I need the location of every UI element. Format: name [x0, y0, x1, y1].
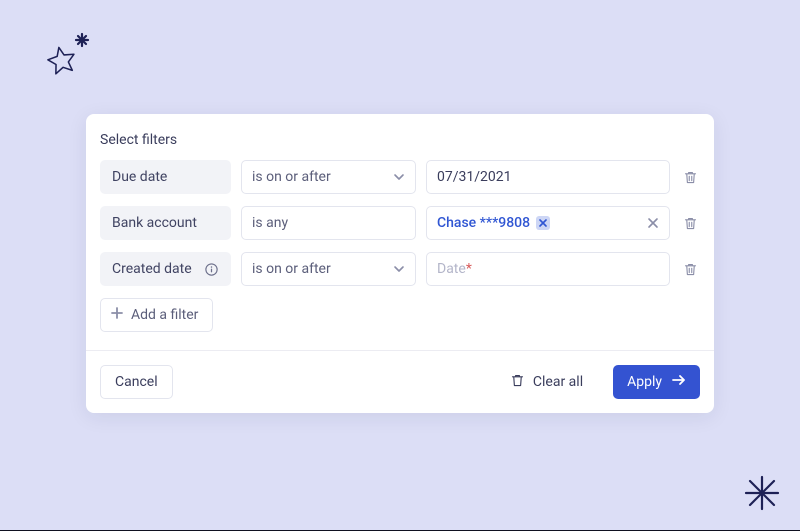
- add-filter-label: Add a filter: [131, 307, 198, 323]
- add-filter-button[interactable]: Add a filter: [100, 298, 213, 332]
- remove-filter-button[interactable]: [680, 213, 700, 233]
- apply-button[interactable]: Apply: [613, 365, 700, 399]
- filter-field-created-date[interactable]: Created date: [100, 252, 231, 286]
- field-label: Created date: [112, 261, 192, 277]
- filter-field-bank-account[interactable]: Bank account: [100, 206, 231, 240]
- operator-label: is any: [252, 215, 288, 231]
- filter-row: Created date is on or after Date*: [100, 252, 700, 286]
- operator-select[interactable]: is on or after: [241, 252, 416, 286]
- required-mark: *: [466, 261, 472, 277]
- date-input[interactable]: [437, 169, 659, 185]
- chevron-down-icon: [393, 263, 405, 275]
- field-label: Due date: [112, 169, 167, 185]
- filter-value-tags[interactable]: Chase ***9808: [426, 206, 670, 240]
- filter-row: Bank account is any Chase ***9808: [100, 206, 700, 240]
- trash-icon: [510, 373, 525, 392]
- remove-filter-button[interactable]: [680, 259, 700, 279]
- cancel-label: Cancel: [115, 374, 158, 390]
- plus-icon: [111, 307, 123, 323]
- filter-value-date[interactable]: Date*: [426, 252, 670, 286]
- trash-icon: [683, 170, 698, 185]
- clear-all-button[interactable]: Clear all: [496, 365, 597, 399]
- field-label: Bank account: [112, 215, 197, 231]
- clear-all-label: Clear all: [533, 374, 583, 390]
- filter-row: Due date is on or after: [100, 160, 700, 194]
- operator-select[interactable]: is any: [241, 206, 416, 240]
- clear-value-button[interactable]: [641, 217, 659, 229]
- dialog-footer: Cancel Clear all Apply: [100, 365, 700, 399]
- operator-label: is on or after: [252, 169, 331, 185]
- apply-label: Apply: [627, 374, 662, 390]
- operator-select[interactable]: is on or after: [241, 160, 416, 194]
- trash-icon: [683, 262, 698, 277]
- filter-value-date[interactable]: [426, 160, 670, 194]
- selected-tag: Chase ***9808: [437, 215, 550, 231]
- arrow-right-icon: [672, 374, 686, 390]
- info-icon[interactable]: [204, 262, 219, 277]
- star-decoration-bottom-right: [742, 473, 782, 513]
- star-decoration-top-left: [36, 28, 96, 88]
- chevron-down-icon: [393, 171, 405, 183]
- filter-field-due-date[interactable]: Due date: [100, 160, 231, 194]
- dialog-title: Select filters: [100, 132, 700, 148]
- placeholder-text: Date: [437, 261, 466, 277]
- cancel-button[interactable]: Cancel: [100, 365, 173, 399]
- divider: [86, 350, 714, 351]
- tag-remove-button[interactable]: [536, 216, 550, 230]
- filter-dialog: Select filters Due date is on or after B…: [86, 114, 714, 413]
- close-icon: [539, 219, 547, 227]
- trash-icon: [683, 216, 698, 231]
- tag-label: Chase ***9808: [437, 215, 530, 231]
- remove-filter-button[interactable]: [680, 167, 700, 187]
- operator-label: is on or after: [252, 261, 331, 277]
- close-icon: [647, 217, 659, 229]
